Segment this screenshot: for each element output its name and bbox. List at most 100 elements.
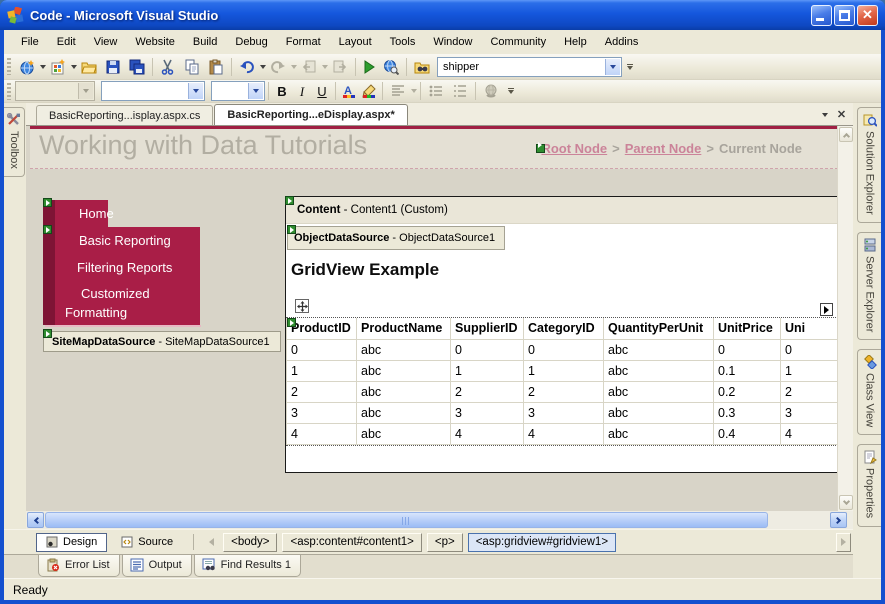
error-list-tab[interactable]: Error List [38, 555, 120, 577]
menu-item-layout[interactable]: Layout [330, 33, 381, 51]
nav-menu-basic-reporting[interactable]: Basic Reporting [43, 227, 200, 254]
menu-item-community[interactable]: Community [481, 33, 555, 51]
block-format-combo[interactable] [15, 81, 95, 101]
menu-item-debug[interactable]: Debug [226, 33, 276, 51]
gridview-control[interactable]: ProductID ProductName SupplierID Categor… [286, 317, 838, 446]
copy-button[interactable] [180, 56, 204, 78]
font-size-combo[interactable] [211, 81, 265, 101]
tag-scroll-right-button[interactable] [836, 532, 851, 552]
save-all-button[interactable] [125, 56, 149, 78]
nav-customized-formatting-label[interactable]: Customized Formatting [55, 281, 200, 325]
save-button[interactable] [101, 56, 125, 78]
horizontal-scrollbar[interactable] [26, 511, 853, 529]
highlight-button[interactable] [359, 80, 379, 102]
tag-nav-gridview[interactable]: <asp:gridview#gridview1> [467, 532, 617, 552]
scroll-down-button[interactable] [839, 495, 853, 510]
horizontal-scrollbar-thumb[interactable] [45, 512, 768, 528]
add-new-item-button[interactable] [46, 56, 70, 78]
document-tab-aspx-active[interactable]: BasicReporting...eDisplay.aspx* [214, 104, 408, 125]
open-file-button[interactable] [77, 56, 101, 78]
objectdatasource-control[interactable]: ObjectDataSource - ObjectDataSource1 [287, 226, 505, 250]
source-view-button[interactable]: Source [112, 533, 182, 552]
toolbox-tab[interactable]: Toolbox [4, 107, 25, 177]
minimize-button[interactable] [811, 4, 832, 26]
tag-nav-p[interactable]: <p> [426, 532, 463, 552]
smart-tag-glyph-icon[interactable] [536, 144, 546, 153]
font-name-dropdown[interactable] [188, 83, 203, 99]
nav-home-label[interactable]: Home [55, 200, 114, 227]
numbered-list-button[interactable] [448, 80, 472, 102]
menu-item-addins[interactable]: Addins [596, 33, 648, 51]
find-results-tab[interactable]: Find Results 1 [193, 555, 301, 577]
find-combo-dropdown[interactable] [605, 58, 620, 75]
tag-scroll-left-button[interactable] [209, 538, 215, 546]
server-explorer-tab[interactable]: Server Explorer [857, 231, 881, 341]
underline-button[interactable]: U [312, 80, 332, 102]
menu-item-view[interactable]: View [85, 33, 127, 51]
nav-filtering-reports-label[interactable]: Filtering Reports [55, 254, 200, 281]
sitemapdatasource-control[interactable]: SiteMapDataSource - SiteMapDataSource1 [43, 331, 281, 352]
gridview-move-handle[interactable] [295, 299, 309, 313]
navigate-forward-button[interactable] [328, 56, 352, 78]
menu-item-build[interactable]: Build [184, 33, 226, 51]
toolbar-grip[interactable] [7, 82, 11, 100]
undo-button[interactable] [235, 56, 259, 78]
scroll-up-button[interactable] [839, 127, 853, 142]
font-color-button[interactable]: A [339, 80, 359, 102]
solution-explorer-tab[interactable]: Solution Explorer [857, 107, 881, 223]
vertical-scrollbar[interactable] [837, 126, 853, 511]
font-name-combo[interactable] [101, 81, 205, 101]
tag-nav-body[interactable]: <body> [223, 532, 278, 552]
content-placeholder-panel[interactable]: Content - Content1 (Custom) ObjectDataSo… [285, 196, 838, 473]
menu-item-edit[interactable]: Edit [48, 33, 85, 51]
redo-button[interactable] [266, 56, 290, 78]
smart-tag-glyph-icon[interactable] [285, 196, 294, 205]
toolbar-options-button[interactable] [505, 88, 516, 94]
smart-tag-glyph-icon[interactable] [43, 329, 52, 338]
toolbar-grip[interactable] [7, 58, 11, 75]
nav-menu-filtering-reports[interactable]: Filtering Reports [43, 254, 200, 281]
find-in-files-button[interactable] [410, 56, 434, 78]
close-button[interactable] [857, 4, 878, 26]
content-panel-header[interactable]: Content - Content1 (Custom) [286, 197, 837, 224]
start-debugging-button[interactable] [359, 56, 379, 78]
properties-tab[interactable]: Properties [857, 444, 881, 527]
font-size-dropdown[interactable] [248, 83, 263, 99]
document-list-dropdown-button[interactable] [822, 112, 828, 117]
bold-button[interactable]: B [272, 80, 292, 102]
smart-tag-glyph-icon[interactable] [43, 225, 52, 234]
nav-basic-reporting-label[interactable]: Basic Reporting [55, 227, 200, 254]
menu-item-website[interactable]: Website [126, 33, 184, 51]
block-format-dropdown[interactable] [78, 83, 93, 99]
paste-button[interactable] [204, 56, 228, 78]
view-in-browser-button[interactable] [379, 56, 403, 78]
smart-tag-glyph-icon[interactable] [287, 318, 296, 327]
close-document-button[interactable] [836, 109, 847, 120]
breadcrumb-parent-link[interactable]: Parent Node [625, 141, 702, 156]
design-view-button[interactable]: Design [36, 532, 108, 552]
toolbar-options-button[interactable] [624, 63, 635, 70]
cut-button[interactable] [156, 56, 180, 78]
new-website-button[interactable] [15, 56, 39, 78]
scroll-right-button[interactable] [830, 512, 847, 528]
menu-item-window[interactable]: Window [424, 33, 481, 51]
menu-item-file[interactable]: File [12, 33, 48, 51]
menu-item-format[interactable]: Format [277, 33, 330, 51]
menu-item-tools[interactable]: Tools [381, 33, 425, 51]
smart-tag-glyph-icon[interactable] [287, 225, 296, 234]
hyperlink-button[interactable] [479, 80, 503, 102]
breadcrumb-root-link[interactable]: Root Node [541, 141, 607, 156]
scroll-left-button[interactable] [27, 512, 44, 528]
tag-nav-content[interactable]: <asp:content#content1> [282, 532, 422, 552]
output-tab[interactable]: Output [121, 555, 192, 577]
document-tab-codebehind[interactable]: BasicReporting...isplay.aspx.cs [36, 105, 214, 125]
alignment-button[interactable] [386, 80, 410, 102]
bulleted-list-button[interactable] [424, 80, 448, 102]
smart-tag-glyph-icon[interactable] [43, 198, 52, 207]
menu-item-help[interactable]: Help [555, 33, 596, 51]
design-surface[interactable]: Working with Data Tutorials Root Node > … [26, 126, 853, 511]
italic-button[interactable]: I [292, 80, 312, 102]
class-view-tab[interactable]: Class View [857, 349, 881, 436]
maximize-button[interactable] [834, 4, 855, 26]
navigate-backward-button[interactable] [297, 56, 321, 78]
